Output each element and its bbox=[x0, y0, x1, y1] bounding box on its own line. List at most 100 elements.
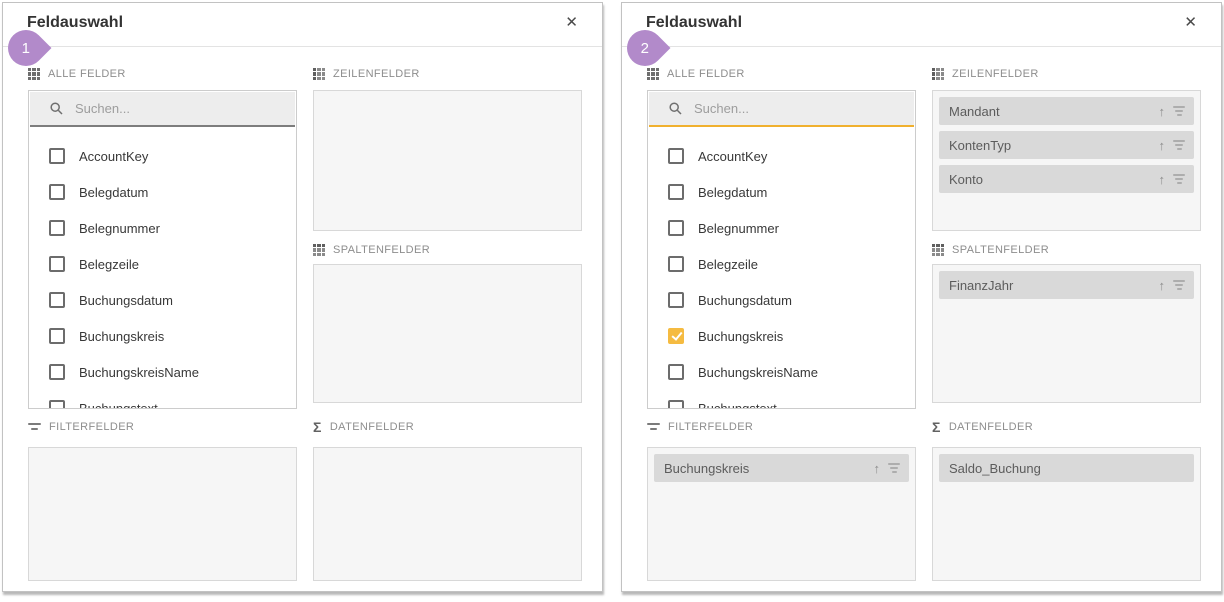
section-label: SPALTENFELDER bbox=[333, 244, 430, 256]
sort-ascending-icon[interactable]: ↑ bbox=[1159, 105, 1166, 118]
search-icon bbox=[50, 102, 63, 115]
checkbox-unchecked[interactable] bbox=[49, 328, 65, 344]
field-checkbox-item[interactable]: Buchungskreis bbox=[648, 318, 915, 354]
sort-ascending-icon[interactable]: ↑ bbox=[874, 462, 881, 475]
checkbox-unchecked[interactable] bbox=[668, 184, 684, 200]
filter-icon bbox=[647, 422, 660, 432]
filter-icon bbox=[28, 422, 41, 432]
checkbox-unchecked[interactable] bbox=[49, 256, 65, 272]
filter-fields-dropzone[interactable]: Buchungskreis↑ bbox=[647, 447, 916, 581]
column-fields-icon bbox=[932, 244, 944, 256]
section-header-row-fields: ZEILENFELDER bbox=[313, 67, 420, 81]
checkbox-unchecked[interactable] bbox=[49, 220, 65, 236]
chip-label: FinanzJahr bbox=[949, 278, 1159, 293]
field-label: Belegdatum bbox=[698, 185, 767, 200]
section-header-column-fields: SPALTENFELDER bbox=[932, 243, 1049, 257]
section-label: DATENFELDER bbox=[949, 421, 1033, 433]
search-input[interactable] bbox=[692, 100, 904, 117]
close-icon[interactable]: ✕ bbox=[1184, 15, 1197, 30]
field-chip[interactable]: Saldo_Buchung bbox=[939, 454, 1194, 482]
checkbox-unchecked[interactable] bbox=[49, 400, 65, 409]
field-chip[interactable]: KontenTyp↑ bbox=[939, 131, 1194, 159]
checkbox-unchecked[interactable] bbox=[49, 364, 65, 380]
filter-icon[interactable] bbox=[1173, 280, 1185, 290]
field-checkbox-item[interactable]: Belegzeile bbox=[29, 246, 296, 282]
column-fields-dropzone[interactable]: FinanzJahr↑ bbox=[932, 264, 1201, 403]
field-checkbox-item[interactable]: Belegzeile bbox=[648, 246, 915, 282]
field-label: Belegzeile bbox=[79, 257, 139, 272]
section-header-filter-fields: FILTERFELDER bbox=[28, 420, 134, 434]
field-label: Belegnummer bbox=[698, 221, 779, 236]
field-chip[interactable]: Buchungskreis↑ bbox=[654, 454, 909, 482]
field-checkbox-item[interactable]: Belegdatum bbox=[29, 174, 296, 210]
field-checkbox-item[interactable]: AccountKey bbox=[29, 138, 296, 174]
grid-icon bbox=[28, 68, 40, 80]
checkbox-unchecked[interactable] bbox=[668, 364, 684, 380]
field-checkbox-item[interactable]: Belegnummer bbox=[648, 210, 915, 246]
filter-icon[interactable] bbox=[1173, 106, 1185, 116]
row-fields-dropzone[interactable]: Mandant↑ KontenTyp↑ Konto↑ bbox=[932, 90, 1201, 231]
sort-ascending-icon[interactable]: ↑ bbox=[1159, 173, 1166, 186]
search-box[interactable] bbox=[30, 92, 295, 127]
field-checkbox-item[interactable]: Buchungsdatum bbox=[29, 282, 296, 318]
field-checkbox-item[interactable]: Belegnummer bbox=[29, 210, 296, 246]
field-checkbox-list: AccountKey Belegdatum Belegnummer Belegzeil… bbox=[29, 128, 296, 409]
field-checkbox-item[interactable]: AccountKey bbox=[648, 138, 915, 174]
dialog-title: Feldauswahl bbox=[646, 14, 742, 32]
field-checkbox-item[interactable]: Buchungsdatum bbox=[648, 282, 915, 318]
field-chip[interactable]: FinanzJahr↑ bbox=[939, 271, 1194, 299]
row-fields-icon bbox=[313, 68, 325, 80]
filter-icon[interactable] bbox=[1173, 140, 1185, 150]
field-label: Buchungsdatum bbox=[79, 293, 173, 308]
grid-icon bbox=[647, 68, 659, 80]
field-chip[interactable]: Konto↑ bbox=[939, 165, 1194, 193]
data-fields-dropzone[interactable]: Saldo_Buchung bbox=[932, 447, 1201, 581]
field-checkbox-item[interactable]: Belegdatum bbox=[648, 174, 915, 210]
checkbox-unchecked[interactable] bbox=[49, 184, 65, 200]
section-label: ALLE FELDER bbox=[667, 68, 745, 80]
search-box[interactable] bbox=[649, 92, 914, 127]
checkbox-unchecked[interactable] bbox=[49, 292, 65, 308]
search-input[interactable] bbox=[73, 100, 285, 117]
chip-label: Saldo_Buchung bbox=[949, 461, 1185, 476]
section-label: FILTERFELDER bbox=[49, 421, 134, 433]
search-icon bbox=[669, 102, 682, 115]
filter-icon[interactable] bbox=[1173, 174, 1185, 184]
field-checkbox-item[interactable]: Buchungstext bbox=[648, 390, 915, 409]
filter-icon[interactable] bbox=[888, 463, 900, 473]
section-header-column-fields: SPALTENFELDER bbox=[313, 243, 430, 257]
close-icon[interactable]: ✕ bbox=[565, 15, 578, 30]
row-fields-dropzone[interactable] bbox=[313, 90, 582, 231]
checkbox-unchecked[interactable] bbox=[668, 400, 684, 409]
field-label: Belegdatum bbox=[79, 185, 148, 200]
field-chip[interactable]: Mandant↑ bbox=[939, 97, 1194, 125]
filter-fields-dropzone[interactable] bbox=[28, 447, 297, 581]
checkbox-unchecked[interactable] bbox=[668, 220, 684, 236]
section-label: DATENFELDER bbox=[330, 421, 414, 433]
field-label: Belegzeile bbox=[698, 257, 758, 272]
sort-ascending-icon[interactable]: ↑ bbox=[1159, 279, 1166, 292]
checkbox-checked[interactable] bbox=[668, 328, 684, 344]
field-label: BuchungskreisName bbox=[79, 365, 199, 380]
checkbox-unchecked[interactable] bbox=[668, 148, 684, 164]
field-label: AccountKey bbox=[698, 149, 767, 164]
data-fields-dropzone[interactable] bbox=[313, 447, 582, 581]
field-label: Buchungskreis bbox=[79, 329, 164, 344]
field-label: Belegnummer bbox=[79, 221, 160, 236]
row-fields-icon bbox=[932, 68, 944, 80]
field-checkbox-item[interactable]: BuchungskreisName bbox=[648, 354, 915, 390]
checkbox-unchecked[interactable] bbox=[49, 148, 65, 164]
column-fields-dropzone[interactable] bbox=[313, 264, 582, 403]
field-checkbox-item[interactable]: Buchungskreis bbox=[29, 318, 296, 354]
field-checkbox-item[interactable]: BuchungskreisName bbox=[29, 354, 296, 390]
sort-ascending-icon[interactable]: ↑ bbox=[1159, 139, 1166, 152]
checkbox-unchecked[interactable] bbox=[668, 256, 684, 272]
field-checkbox-item[interactable]: Buchungstext bbox=[29, 390, 296, 409]
section-header-data-fields: Σ DATENFELDER bbox=[313, 420, 414, 434]
section-label: ALLE FELDER bbox=[48, 68, 126, 80]
section-header-data-fields: Σ DATENFELDER bbox=[932, 420, 1033, 434]
checkbox-unchecked[interactable] bbox=[668, 292, 684, 308]
header-divider bbox=[622, 46, 1221, 47]
section-header-all-fields: ALLE FELDER bbox=[28, 67, 126, 81]
column-fields-icon bbox=[313, 244, 325, 256]
